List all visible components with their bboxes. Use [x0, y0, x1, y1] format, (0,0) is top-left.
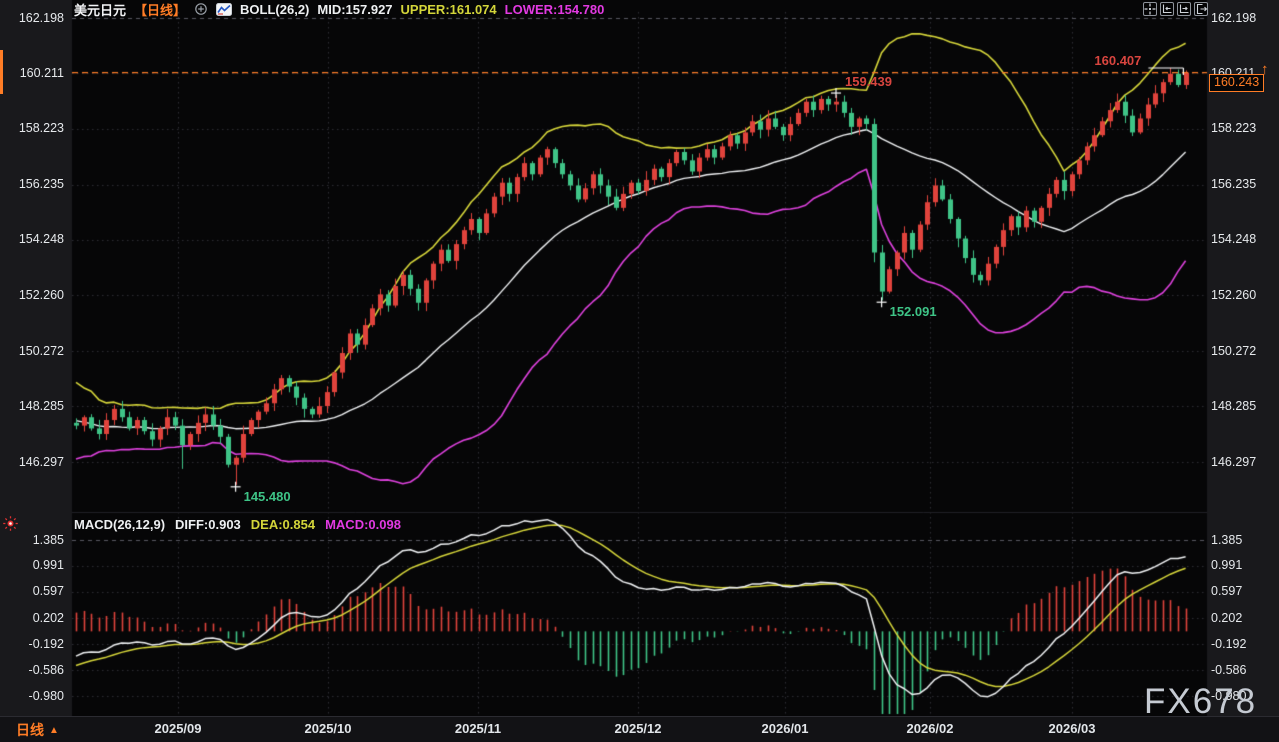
- price-axis-label: 146.297: [1211, 455, 1275, 470]
- expand-x-icon[interactable]: [1177, 2, 1191, 16]
- x-axis-label: 2025/09: [133, 721, 223, 736]
- swing-high-label: 160.407: [1094, 53, 1141, 68]
- price-axis-label: 148.285: [0, 399, 64, 414]
- macd-hist-value: MACD:0.098: [325, 517, 401, 532]
- macd-axis-label: 0.597: [0, 584, 64, 599]
- chart-style-icon[interactable]: [216, 3, 232, 16]
- macd-axis-label: -0.980: [0, 689, 64, 704]
- price-axis-label: 162.198: [1211, 11, 1275, 26]
- price-axis-label: 154.248: [0, 232, 64, 247]
- watermark: FX678: [1144, 682, 1257, 722]
- macd-axis-label: 0.202: [1211, 611, 1275, 626]
- period-tag[interactable]: 【日线】: [134, 0, 186, 19]
- x-axis-label: 2026/02: [885, 721, 975, 736]
- macd-axis-label: 0.202: [0, 611, 64, 626]
- price-axis-label: 158.223: [0, 121, 64, 136]
- price-axis-label: 152.260: [1211, 288, 1275, 303]
- crosshair-tool-icon[interactable]: [1143, 2, 1157, 16]
- chart-canvas[interactable]: [0, 0, 1279, 742]
- macd-header: MACD(26,12,9) DIFF:0.903 DEA:0.854 MACD:…: [74, 516, 401, 532]
- price-up-arrow-icon: ↑: [1261, 61, 1269, 78]
- compress-x-icon[interactable]: [1160, 2, 1174, 16]
- price-axis-label: 154.248: [1211, 232, 1275, 247]
- boll-lower-value: LOWER:154.780: [505, 2, 605, 17]
- x-axis-label: 2026/03: [1027, 721, 1117, 736]
- price-axis-label: 150.272: [0, 344, 64, 359]
- price-axis-label: 158.223: [1211, 121, 1275, 136]
- price-axis-label: 148.285: [1211, 399, 1275, 414]
- pan-right-icon[interactable]: [1194, 2, 1208, 16]
- live-dot-icon[interactable]: [2, 515, 19, 537]
- boll-upper-value: UPPER:161.074: [401, 2, 497, 17]
- period-arrow-icon: ▲: [49, 725, 59, 736]
- macd-axis-label: -0.586: [1211, 663, 1275, 678]
- boll-mid-value: MID:157.927: [317, 2, 392, 17]
- price-axis-label: 150.272: [1211, 344, 1275, 359]
- price-axis-label: 146.297: [0, 455, 64, 470]
- price-axis-label: 162.198: [0, 11, 64, 26]
- macd-dea-value: DEA:0.854: [251, 517, 315, 532]
- x-axis-label: 2025/11: [433, 721, 523, 736]
- period-selector[interactable]: 日线 ▲: [16, 720, 59, 740]
- chart-header: 美元日元 【日线】 BOLL(26,2) MID:157.927 UPPER:1…: [74, 1, 604, 17]
- macd-axis-label: 0.597: [1211, 584, 1275, 599]
- price-axis-label: 156.235: [1211, 177, 1275, 192]
- macd-axis-label: -0.192: [1211, 637, 1275, 652]
- symbol-title: 美元日元: [74, 0, 126, 19]
- period-label: 日线: [16, 720, 44, 740]
- swing-high-label: 159.439: [845, 74, 892, 89]
- macd-axis-label: 0.991: [1211, 558, 1275, 573]
- price-axis-label: 156.235: [0, 177, 64, 192]
- macd-diff-value: DIFF:0.903: [175, 517, 241, 532]
- price-axis-label: 152.260: [0, 288, 64, 303]
- x-axis-label: 2025/12: [593, 721, 683, 736]
- circle-plus-icon[interactable]: [194, 2, 208, 16]
- boll-label: BOLL(26,2): [240, 2, 309, 17]
- swing-low-label: 152.091: [890, 304, 937, 319]
- price-axis-label: 160.211: [0, 66, 64, 81]
- chart-window: 美元日元 【日线】 BOLL(26,2) MID:157.927 UPPER:1…: [0, 0, 1279, 742]
- last-price-badge: 160.243: [1209, 74, 1264, 92]
- macd-axis-label: 1.385: [1211, 533, 1275, 548]
- macd-axis-label: -0.192: [0, 637, 64, 652]
- x-axis-label: 2025/10: [283, 721, 373, 736]
- swing-low-label: 145.480: [244, 489, 291, 504]
- macd-axis-label: -0.586: [0, 663, 64, 678]
- macd-title: MACD(26,12,9): [74, 517, 165, 532]
- chart-toolbar: [1143, 2, 1208, 16]
- macd-axis-label: 0.991: [0, 558, 64, 573]
- left-edge-marker: [0, 50, 3, 94]
- x-axis-label: 2026/01: [740, 721, 830, 736]
